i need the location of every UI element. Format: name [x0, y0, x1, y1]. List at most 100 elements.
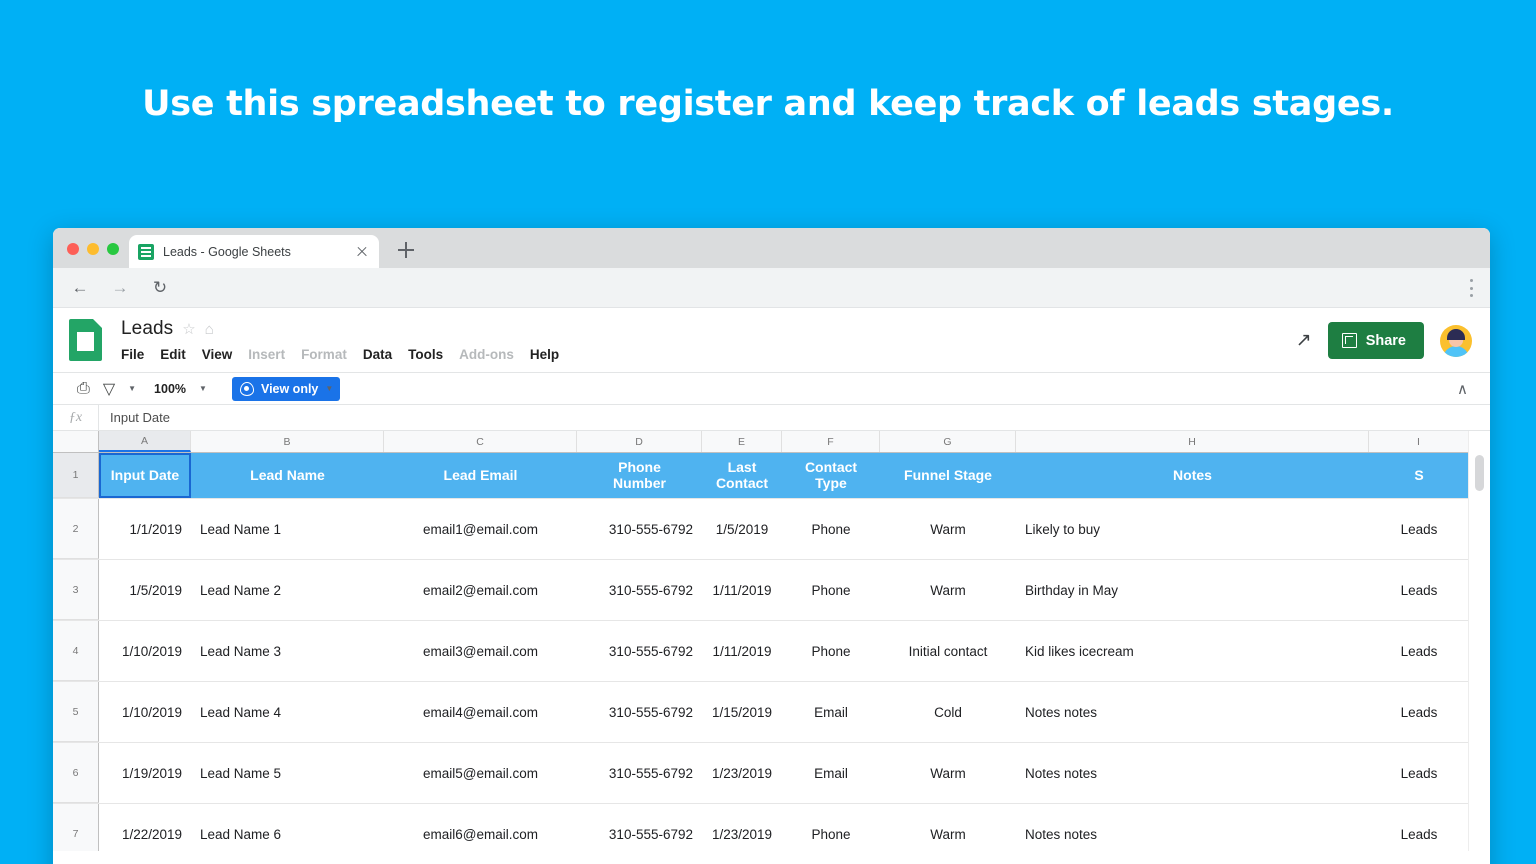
grid-cell[interactable]: 1/23/2019 [702, 743, 782, 803]
grid-cell[interactable]: Phone [782, 499, 880, 559]
select-all-corner[interactable] [53, 431, 99, 452]
grid-cell[interactable]: email4@email.com [384, 682, 577, 742]
grid-cell[interactable]: Warm [880, 804, 1016, 851]
star-icon[interactable]: ☆ [182, 322, 195, 337]
grid-cell[interactable]: Lead Name 4 [191, 682, 384, 742]
column-header-d[interactable]: D [577, 431, 702, 452]
grid-cell[interactable]: 1/11/2019 [702, 560, 782, 620]
row-number-4[interactable]: 4 [53, 621, 99, 681]
browser-tab[interactable]: Leads - Google Sheets [129, 235, 379, 268]
grid-cell[interactable]: Lead Name 3 [191, 621, 384, 681]
column-title-cell[interactable]: Funnel Stage [880, 453, 1016, 498]
grid-cell[interactable]: Notes notes [1016, 804, 1369, 851]
user-avatar[interactable] [1440, 324, 1472, 357]
move-to-folder-icon[interactable]: ⌂ [205, 322, 214, 337]
forward-arrow-icon[interactable]: → [107, 275, 133, 301]
grid-cell[interactable]: Lead Name 5 [191, 743, 384, 803]
menu-item-format[interactable]: Format [301, 347, 347, 362]
grid-cell[interactable]: Lead Name 2 [191, 560, 384, 620]
view-only-caret-icon[interactable]: ▼ [325, 384, 333, 393]
column-header-g[interactable]: G [880, 431, 1016, 452]
menu-item-tools[interactable]: Tools [408, 347, 443, 362]
grid-cell[interactable]: Birthday in May [1016, 560, 1369, 620]
grid-cell[interactable]: 1/22/2019 [99, 804, 191, 851]
filter-icon[interactable]: ▽ [103, 379, 115, 399]
close-tab-icon[interactable] [354, 244, 370, 260]
minimize-window-button[interactable] [87, 243, 99, 255]
grid-cell[interactable]: 310-555-6792 [577, 499, 702, 559]
grid-cell[interactable]: Email [782, 743, 880, 803]
collapse-toolbar-icon[interactable]: ∧ [1457, 380, 1468, 398]
grid-cell[interactable]: Leads [1369, 621, 1469, 681]
menu-item-view[interactable]: View [202, 347, 233, 362]
row-number-5[interactable]: 5 [53, 682, 99, 742]
grid-cell[interactable]: Phone [782, 804, 880, 851]
reload-icon[interactable]: ↻ [147, 275, 173, 301]
row-number-2[interactable]: 2 [53, 499, 99, 559]
view-only-button[interactable]: View only ▼ [231, 376, 341, 401]
function-icon[interactable]: ƒx [53, 404, 99, 431]
grid-cell[interactable]: Likely to buy [1016, 499, 1369, 559]
grid-cell[interactable]: 1/15/2019 [702, 682, 782, 742]
column-title-cell[interactable]: Lead Email [384, 453, 577, 498]
grid-cell[interactable]: Notes notes [1016, 743, 1369, 803]
grid-cell[interactable]: 1/11/2019 [702, 621, 782, 681]
column-header-h[interactable]: H [1016, 431, 1369, 452]
activity-trend-icon[interactable]: ↗ [1296, 329, 1312, 352]
grid-cell[interactable]: 310-555-6792 [577, 682, 702, 742]
column-title-cell[interactable]: Input Date [99, 453, 191, 498]
grid-cell[interactable]: Cold [880, 682, 1016, 742]
row-number-1[interactable]: 1 [53, 453, 99, 498]
menu-item-insert[interactable]: Insert [248, 347, 285, 362]
zoom-level-value[interactable]: 100% [154, 382, 186, 396]
grid-cell[interactable]: Leads [1369, 743, 1469, 803]
grid-cell[interactable]: 1/1/2019 [99, 499, 191, 559]
maximize-window-button[interactable] [107, 243, 119, 255]
grid-cell[interactable]: Warm [880, 499, 1016, 559]
grid-cell[interactable]: Notes notes [1016, 682, 1369, 742]
menu-item-addons[interactable]: Add-ons [459, 347, 514, 362]
filter-dropdown-caret-icon[interactable]: ▼ [128, 384, 136, 393]
grid-cell[interactable]: 310-555-6792 [577, 743, 702, 803]
grid-cell[interactable]: Warm [880, 743, 1016, 803]
grid-cell[interactable]: 1/5/2019 [99, 560, 191, 620]
column-header-a[interactable]: A [99, 431, 191, 452]
grid-cell[interactable]: Leads [1369, 560, 1469, 620]
grid-cell[interactable]: Phone [782, 560, 880, 620]
grid-cell[interactable]: 310-555-6792 [577, 621, 702, 681]
grid-cell[interactable]: email3@email.com [384, 621, 577, 681]
grid-cell[interactable]: Leads [1369, 499, 1469, 559]
column-header-e[interactable]: E [702, 431, 782, 452]
grid-cell[interactable]: 1/10/2019 [99, 682, 191, 742]
grid-cell[interactable]: 1/19/2019 [99, 743, 191, 803]
grid-cell[interactable]: Lead Name 1 [191, 499, 384, 559]
grid-cell[interactable]: Lead Name 6 [191, 804, 384, 851]
scrollbar-thumb[interactable] [1475, 455, 1484, 491]
grid-cell[interactable]: Kid likes icecream [1016, 621, 1369, 681]
row-number-7[interactable]: 7 [53, 804, 99, 851]
share-button[interactable]: Share [1327, 322, 1424, 359]
row-number-3[interactable]: 3 [53, 560, 99, 620]
back-arrow-icon[interactable]: ← [67, 275, 93, 301]
column-title-cell[interactable]: Phone Number [577, 453, 702, 498]
grid-cell[interactable]: 1/10/2019 [99, 621, 191, 681]
menu-item-file[interactable]: File [121, 347, 144, 362]
column-header-c[interactable]: C [384, 431, 577, 452]
print-icon[interactable]: ⎙ [77, 380, 90, 398]
menu-item-data[interactable]: Data [363, 347, 392, 362]
grid-cell[interactable]: Phone [782, 621, 880, 681]
menu-item-help[interactable]: Help [530, 347, 559, 362]
column-title-cell[interactable]: Notes [1016, 453, 1369, 498]
grid-cell[interactable]: Leads [1369, 682, 1469, 742]
formula-input[interactable]: Input Date [110, 410, 170, 425]
column-title-cell[interactable]: Lead Name [191, 453, 384, 498]
grid-cell[interactable]: 310-555-6792 [577, 804, 702, 851]
grid-cell[interactable]: email2@email.com [384, 560, 577, 620]
grid-cell[interactable]: email1@email.com [384, 499, 577, 559]
column-title-cell[interactable]: Contact Type [782, 453, 880, 498]
grid-cell[interactable]: email6@email.com [384, 804, 577, 851]
browser-menu-icon[interactable] [1470, 279, 1474, 297]
grid-cell[interactable]: 1/23/2019 [702, 804, 782, 851]
grid-cell[interactable]: email5@email.com [384, 743, 577, 803]
grid-cell[interactable]: 1/5/2019 [702, 499, 782, 559]
